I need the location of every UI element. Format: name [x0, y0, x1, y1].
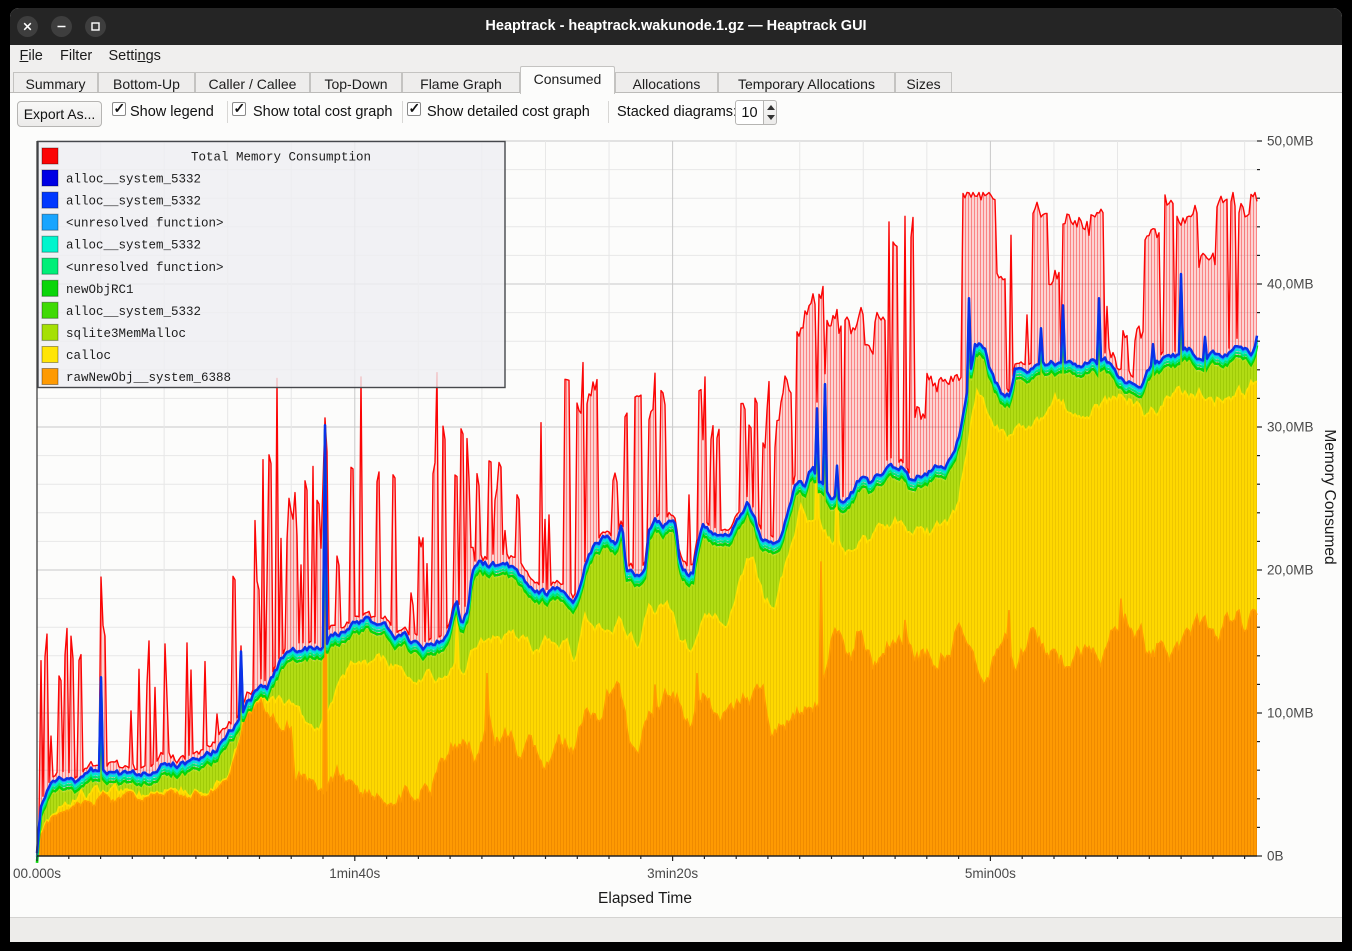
svg-text:rawNewObj__system_6388: rawNewObj__system_6388 [66, 371, 231, 385]
svg-text:Memory Consumed: Memory Consumed [1321, 429, 1338, 564]
svg-text:sqlite3MemMalloc: sqlite3MemMalloc [66, 327, 186, 341]
svg-text:Elapsed Time: Elapsed Time [598, 890, 692, 907]
svg-text:alloc__system_5332: alloc__system_5332 [66, 173, 201, 187]
svg-text:3min20s: 3min20s [647, 866, 698, 881]
svg-text:5min00s: 5min00s [965, 866, 1016, 881]
svg-text:20,0MB: 20,0MB [1267, 563, 1314, 578]
svg-text:50,0MB: 50,0MB [1267, 134, 1314, 149]
svg-text:40,0MB: 40,0MB [1267, 277, 1314, 292]
svg-text:alloc__system_5332: alloc__system_5332 [66, 239, 201, 253]
svg-text:0B: 0B [1267, 849, 1284, 864]
svg-text:1min40s: 1min40s [329, 866, 380, 881]
svg-text:calloc: calloc [66, 349, 111, 363]
svg-text:newObjRC1: newObjRC1 [66, 283, 134, 297]
svg-text:alloc__system_5332: alloc__system_5332 [66, 195, 201, 209]
svg-text:Total Memory Consumption: Total Memory Consumption [191, 151, 371, 165]
svg-text:<unresolved function>: <unresolved function> [66, 261, 224, 275]
svg-text:<unresolved function>: <unresolved function> [66, 217, 224, 231]
svg-text:10,0MB: 10,0MB [1267, 706, 1314, 721]
svg-text:00.000s: 00.000s [13, 866, 61, 881]
svg-text:alloc__system_5332: alloc__system_5332 [66, 305, 201, 319]
svg-text:30,0MB: 30,0MB [1267, 420, 1314, 435]
